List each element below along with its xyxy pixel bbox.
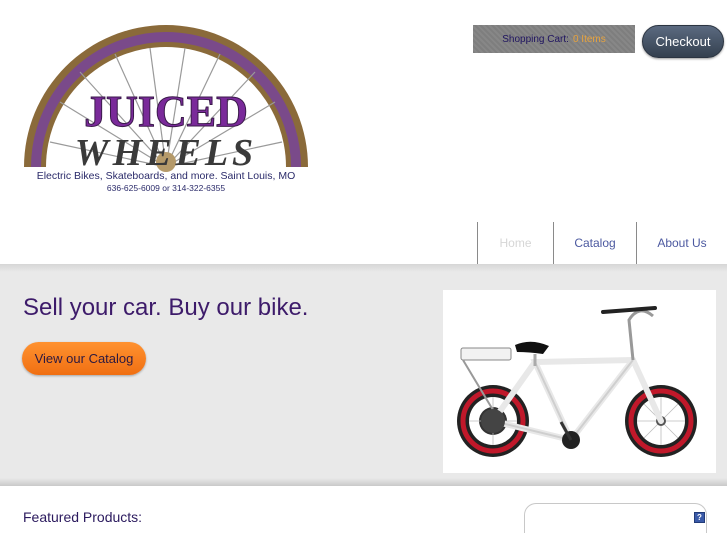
bike-image [443, 290, 716, 473]
shopping-cart[interactable]: Shopping Cart: 0 Items [473, 25, 635, 53]
hero-divider [0, 478, 727, 486]
page: JUICED WHEELS Electric Bikes, Skateboard… [0, 0, 727, 545]
site-logo[interactable]: JUICED WHEELS Electric Bikes, Skateboard… [20, 22, 312, 197]
nav-item-home[interactable]: Home [477, 222, 553, 264]
logo-graphic: JUICED WHEELS Electric Bikes, Skateboard… [24, 25, 308, 193]
featured-widget-box [524, 503, 707, 533]
logo-word-wheels: WHEELS [75, 132, 257, 174]
cart-label: Shopping Cart: [502, 33, 569, 45]
logo-word-juiced: JUICED [84, 87, 248, 136]
nav-item-catalog[interactable]: Catalog [553, 222, 636, 264]
featured-products-heading: Featured Products: [23, 509, 143, 525]
nav-item-about-us[interactable]: About Us [636, 222, 727, 264]
cart-count: 0 Items [572, 33, 606, 45]
logo-subtitle: Electric Bikes, Skateboards, and more. S… [37, 170, 296, 182]
logo-phones: 636-625-6009 or 314-322-6355 [107, 183, 225, 193]
view-catalog-button[interactable]: View our Catalog [22, 342, 146, 375]
checkout-button[interactable]: Checkout [642, 25, 724, 58]
help-icon[interactable]: ? [694, 512, 705, 523]
hero-tagline: Sell your car. Buy our bike. [23, 294, 309, 321]
